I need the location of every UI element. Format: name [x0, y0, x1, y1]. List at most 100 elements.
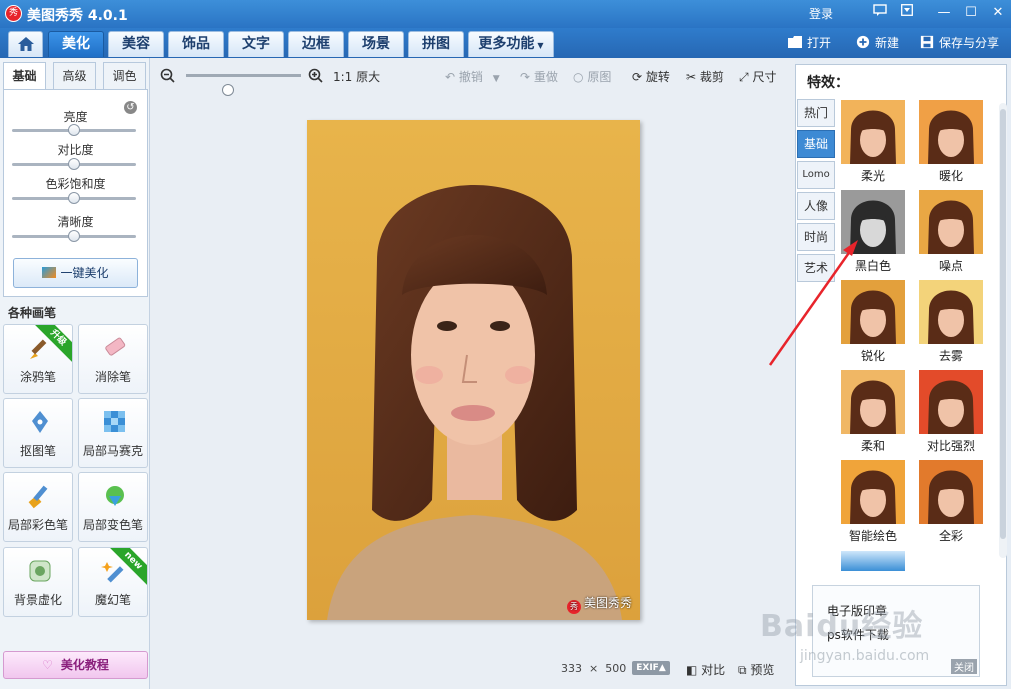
effect-thumb[interactable] — [919, 460, 983, 524]
tab-frame[interactable]: 边框 — [288, 31, 344, 57]
close-button[interactable]: ✕ — [987, 3, 1009, 23]
effect-label: 柔光 — [860, 169, 885, 183]
app-title: 美图秀秀 4.0.1 — [27, 8, 128, 24]
zoom-slider-thumb[interactable] — [221, 84, 234, 96]
effect-thumb[interactable] — [919, 190, 983, 254]
tab-scene[interactable]: 场景 — [348, 31, 404, 57]
redo-button[interactable]: ↷ 重做 — [520, 68, 558, 85]
effect-thumb[interactable] — [919, 280, 983, 344]
undo-dropdown-icon[interactable]: ▼ — [493, 74, 500, 84]
fx-category-basic[interactable]: 基础 — [797, 130, 835, 158]
effects-scrollbar-thumb[interactable] — [1000, 109, 1006, 539]
login-link[interactable]: 登录 — [809, 5, 833, 22]
watermark-logo-icon: 秀 — [566, 600, 581, 614]
crop-label: 裁剪 — [699, 70, 724, 84]
brightness-slider[interactable] — [12, 124, 136, 136]
one-click-beautify-button[interactable]: 一键美化 — [13, 258, 138, 288]
sharpness-slider[interactable] — [12, 230, 136, 242]
paint-bucket-icon — [106, 486, 124, 506]
open-button[interactable]: 打开 — [787, 33, 831, 53]
magic-brush-button[interactable]: new 魔幻笔 — [78, 547, 148, 617]
rotate-button[interactable]: ⟳ 旋转 — [632, 68, 670, 85]
brightness-slider-thumb[interactable] — [68, 124, 80, 136]
fx-category-fashion[interactable]: 时尚 — [797, 223, 835, 251]
effect-label: 去雾 — [938, 349, 963, 363]
effects-scrollbar[interactable] — [999, 103, 1007, 558]
effect-preview-image — [850, 110, 896, 164]
background-blur-label: 背景虚化 — [13, 593, 62, 607]
cutout-brush-button[interactable]: 抠图笔 — [3, 398, 73, 468]
recolor-brush-button[interactable]: 局部变色笔 — [78, 472, 148, 542]
tab-text[interactable]: 文字 — [228, 31, 284, 57]
close-ad-button[interactable]: 关闭 — [951, 659, 977, 674]
beautify-tutorial-button[interactable]: ♡ 美化教程 — [3, 651, 148, 679]
tab-accessories[interactable]: 饰品 — [168, 31, 224, 57]
zoom-in-icon[interactable] — [308, 68, 324, 84]
tab-basic-adjust[interactable]: 基础 — [3, 62, 46, 90]
effect-thumb[interactable] — [841, 460, 905, 524]
skin-menu-icon[interactable] — [896, 3, 918, 23]
contrast-label: 对比度 — [57, 143, 94, 157]
zoom-slider[interactable] — [186, 74, 301, 96]
minimize-button[interactable]: — — [933, 3, 955, 23]
image-dimensions: 333 × 500 — [561, 662, 626, 675]
image-width: 333 — [561, 662, 582, 675]
new-label: 新建 — [875, 36, 900, 50]
redo-icon: ↷ — [520, 70, 531, 84]
undo-button[interactable]: ↶ 撤销 ▼ — [445, 68, 500, 85]
contrast-slider-thumb[interactable] — [68, 158, 80, 170]
effect-thumb-partial[interactable] — [841, 551, 905, 571]
background-blur-button[interactable]: 背景虚化 — [3, 547, 73, 617]
tab-face[interactable]: 美容 — [108, 31, 164, 57]
resize-icon: ⤢ — [739, 70, 749, 84]
doodle-brush-button[interactable]: 升级 涂鸦笔 — [3, 324, 73, 394]
effect-thumb[interactable] — [841, 370, 905, 434]
eraser-brush-button[interactable]: 消除笔 — [78, 324, 148, 394]
effect-thumb[interactable] — [841, 190, 905, 254]
tab-more-features[interactable]: 更多功能 ▼ — [468, 31, 554, 57]
baidu-watermark-url: jingyan.baidu.com — [800, 648, 930, 664]
compare-label: 对比 — [701, 663, 726, 677]
fx-category-lomo[interactable]: Lomo — [797, 161, 835, 189]
color-brush-label: 局部彩色笔 — [7, 518, 68, 532]
zoom-out-icon[interactable] — [160, 68, 176, 84]
resize-button[interactable]: ⤢ 尺寸 — [739, 68, 776, 85]
saturation-slider[interactable] — [12, 192, 136, 204]
original-button[interactable]: ○ 原图 — [573, 68, 611, 85]
tab-advanced-adjust[interactable]: 高级 — [53, 62, 96, 90]
baidu-watermark: Baidu经验 — [760, 609, 924, 644]
tab-color-adjust[interactable]: 调色 — [103, 62, 146, 90]
effect-thumb[interactable] — [841, 280, 905, 344]
actual-size-button[interactable]: 1:1 原大 — [333, 68, 380, 85]
feedback-icon[interactable] — [869, 3, 891, 23]
sharpness-slider-thumb[interactable] — [68, 230, 80, 242]
crop-button[interactable]: ✂ 裁剪 — [686, 68, 724, 85]
color-brush-button[interactable]: 局部彩色笔 — [3, 472, 73, 542]
saturation-slider-thumb[interactable] — [68, 192, 80, 204]
fx-category-hot[interactable]: 热门 — [797, 99, 835, 127]
effect-thumb[interactable] — [919, 370, 983, 434]
fx-category-art[interactable]: 艺术 — [797, 254, 835, 282]
exif-button[interactable]: EXIF▲ — [632, 661, 670, 675]
maximize-button[interactable]: ☐ — [960, 3, 982, 23]
effect-label: 对比强烈 — [926, 439, 975, 453]
mosaic-icon — [104, 411, 125, 432]
tab-beautify[interactable]: 美化 — [48, 31, 104, 57]
effect-label: 噪点 — [938, 259, 963, 273]
mosaic-brush-button[interactable]: 局部马赛克 — [78, 398, 148, 468]
compare-button[interactable]: ◧ 对比 — [686, 661, 725, 678]
effect-label: 全彩 — [938, 529, 963, 543]
save-share-button[interactable]: 保存与分享 — [919, 33, 999, 53]
home-button[interactable] — [8, 31, 43, 57]
effect-thumb[interactable] — [841, 100, 905, 164]
tab-collage[interactable]: 拼图 — [408, 31, 464, 57]
effect-preview-image — [928, 470, 974, 524]
new-button[interactable]: 新建 — [855, 33, 899, 53]
tutorial-label: 美化教程 — [60, 658, 109, 672]
effect-thumb[interactable] — [919, 100, 983, 164]
fx-category-portrait[interactable]: 人像 — [797, 192, 835, 220]
photo-canvas[interactable]: 秀美图秀秀 — [307, 120, 640, 620]
preview-button[interactable]: ⧉ 预览 — [738, 661, 774, 678]
doodle-brush-label: 涂鸦笔 — [19, 370, 56, 384]
contrast-slider[interactable] — [12, 158, 136, 170]
